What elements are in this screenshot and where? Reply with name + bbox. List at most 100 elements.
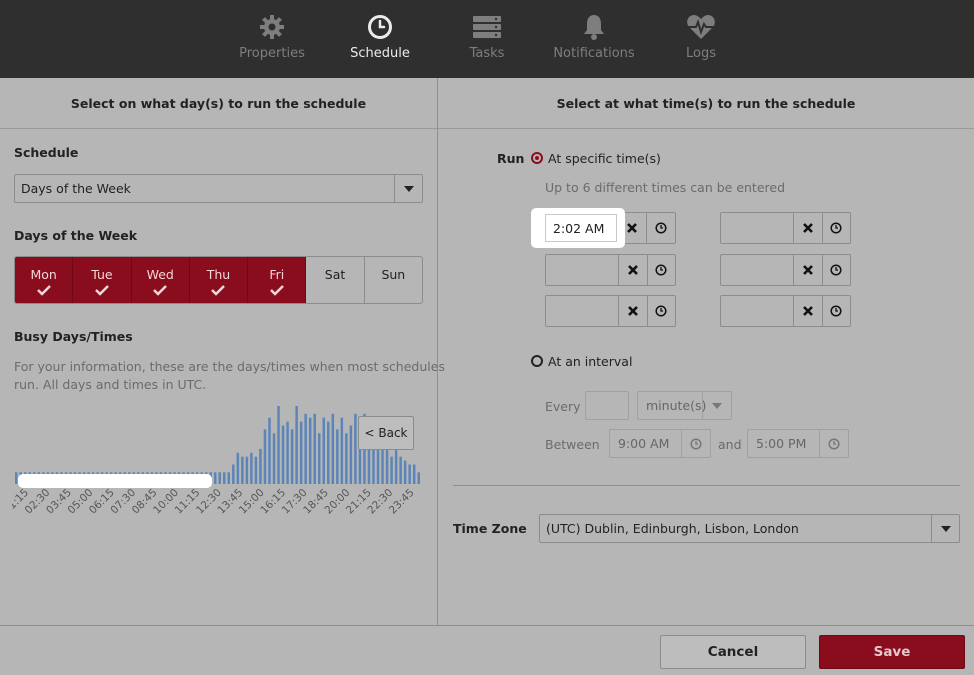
day-toggle-mon[interactable]: Mon xyxy=(15,257,74,303)
day-toggle-sun[interactable]: Sun xyxy=(365,257,422,303)
chart-bar xyxy=(304,413,307,484)
close-icon xyxy=(802,265,813,275)
clock-icon xyxy=(830,264,842,276)
time-slot-5 xyxy=(545,295,676,327)
time-input-4[interactable] xyxy=(721,255,793,285)
and-label: and xyxy=(718,437,742,452)
save-button[interactable]: Save xyxy=(819,635,965,669)
bell-icon xyxy=(539,12,649,42)
day-toggle-wed[interactable]: Wed xyxy=(131,257,190,303)
time-input-1[interactable]: 2:02 AM xyxy=(545,214,617,242)
nav-label: Notifications xyxy=(553,46,635,61)
nav-label: Properties xyxy=(239,46,305,61)
check-icon xyxy=(95,285,109,296)
timezone-select[interactable]: (UTC) Dublin, Edinburgh, Lisbon, London xyxy=(539,514,960,543)
clock-icon[interactable] xyxy=(819,430,848,457)
nav-item-logs[interactable]: Logs xyxy=(646,12,756,61)
chart-bar xyxy=(295,406,298,484)
tasks-icon xyxy=(432,12,542,42)
clock-icon xyxy=(830,305,842,317)
day-toggle-fri[interactable]: Fri xyxy=(248,257,307,303)
time-input-5[interactable] xyxy=(546,296,618,326)
day-label: Mon xyxy=(30,267,57,282)
day-label: Tue xyxy=(91,267,113,282)
schedule-select[interactable]: Days of the Week xyxy=(14,174,423,203)
cancel-button[interactable]: Cancel xyxy=(660,635,806,669)
nav-item-schedule[interactable]: Schedule xyxy=(325,12,435,61)
chart-bar xyxy=(331,413,335,484)
pick-time-button[interactable] xyxy=(646,296,676,326)
chart-bar xyxy=(218,472,221,484)
chart-bar xyxy=(308,417,312,484)
between-label: Between xyxy=(545,437,600,452)
chart-bar xyxy=(399,456,402,484)
time-input-6[interactable] xyxy=(721,296,793,326)
day-toggle-tue[interactable]: Tue xyxy=(73,257,132,303)
panel-divider xyxy=(437,78,438,625)
day-toggle-sat[interactable]: Sat xyxy=(306,257,365,303)
top-nav: Properties Schedule Tasks Notifications … xyxy=(0,0,974,78)
close-icon xyxy=(627,306,638,316)
start-time-input[interactable]: 9:00 AM xyxy=(609,429,711,458)
clear-time-button[interactable] xyxy=(793,213,822,243)
nav-item-notifications[interactable]: Notifications xyxy=(539,12,649,61)
clear-time-button[interactable] xyxy=(618,296,647,326)
chart-bar xyxy=(268,417,271,484)
radio-interval[interactable] xyxy=(531,355,543,367)
radio-specific-times[interactable] xyxy=(531,152,543,164)
chart-bar xyxy=(394,448,398,484)
chart-bar xyxy=(254,456,258,484)
pick-time-button[interactable] xyxy=(821,255,851,285)
pick-time-button[interactable] xyxy=(646,213,675,243)
chart-bar xyxy=(322,417,325,484)
chart-bar xyxy=(412,464,416,484)
pick-time-button[interactable] xyxy=(821,213,851,243)
time-input-3[interactable] xyxy=(546,255,618,285)
clear-time-button[interactable] xyxy=(793,255,822,285)
days-toggle-group: Mon Tue Wed Thu Fri Sat Sun xyxy=(14,256,423,304)
clear-time-button[interactable] xyxy=(618,255,647,285)
close-icon xyxy=(802,223,813,233)
nav-item-properties[interactable]: Properties xyxy=(217,12,327,61)
chart-bar xyxy=(349,425,353,484)
close-icon xyxy=(627,223,638,233)
nav-item-tasks[interactable]: Tasks xyxy=(432,12,542,61)
specific-times-hint: Up to 6 different times can be entered xyxy=(545,180,786,195)
heartbeat-icon xyxy=(646,12,756,42)
start-time-value: 9:00 AM xyxy=(618,436,670,451)
run-label: Run xyxy=(497,151,525,166)
day-label: Sun xyxy=(381,267,406,282)
close-icon xyxy=(627,265,638,275)
chart-bar xyxy=(245,456,249,484)
chart-bar xyxy=(272,433,276,484)
timezone-label: Time Zone xyxy=(453,521,527,536)
interval-unit-select[interactable]: minute(s) xyxy=(637,391,732,420)
every-label: Every xyxy=(545,399,581,414)
day-label: Thu xyxy=(206,267,231,282)
end-time-input[interactable]: 5:00 PM xyxy=(747,429,849,458)
pick-time-button[interactable] xyxy=(646,255,676,285)
chart-back-button[interactable]: < Back xyxy=(358,416,414,450)
chart-bar xyxy=(408,464,411,484)
day-toggle-thu[interactable]: Thu xyxy=(189,257,249,303)
day-label: Fri xyxy=(269,267,285,282)
chart-bar xyxy=(403,460,407,484)
time-slot-4 xyxy=(720,254,851,286)
busy-label: Busy Days/Times xyxy=(14,329,133,344)
pick-time-button[interactable] xyxy=(821,296,851,326)
end-time-value: 5:00 PM xyxy=(756,436,807,451)
chevron-down-icon[interactable] xyxy=(394,175,422,202)
clock-icon[interactable] xyxy=(681,430,710,457)
interval-number-input[interactable] xyxy=(585,391,629,420)
chevron-down-icon[interactable] xyxy=(931,515,959,542)
time-slot-1-highlight: 2:02 AM xyxy=(531,208,625,248)
clock-icon xyxy=(655,222,667,234)
chart-bar xyxy=(313,413,316,484)
clear-time-button[interactable] xyxy=(793,296,822,326)
left-panel-header: Select on what day(s) to run the schedul… xyxy=(0,78,437,129)
chart-bar xyxy=(290,429,294,484)
time-input-2[interactable] xyxy=(721,213,793,243)
chart-bar xyxy=(299,421,303,484)
chart-bar xyxy=(385,445,389,484)
day-label: Sat xyxy=(324,267,346,282)
